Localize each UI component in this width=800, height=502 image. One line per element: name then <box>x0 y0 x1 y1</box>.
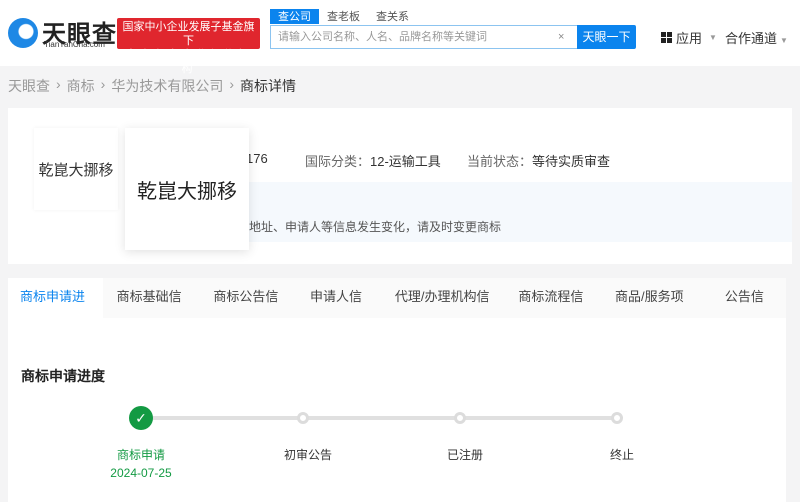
caret-down-icon: ▼ <box>780 36 788 45</box>
trademark-image-enlarged: 乾崑大挪移 <box>125 128 249 250</box>
reg-number: 176 <box>246 151 268 166</box>
apps-label: 应用 <box>676 31 703 46</box>
intl-class: 国际分类：12-运输工具 <box>305 151 441 170</box>
step-dot <box>611 412 623 424</box>
breadcrumb-company[interactable]: 华为技术有限公司 <box>111 76 223 96</box>
tab-progress[interactable]: 商标申请进度 <box>8 278 103 342</box>
tab-basic-info[interactable]: 商标基础信息 <box>105 278 200 342</box>
clear-icon[interactable]: × <box>558 31 564 43</box>
search-tab-company[interactable]: 查公司 <box>270 9 319 24</box>
chevron-right-icon: › <box>100 76 106 92</box>
chevron-right-icon: › <box>229 76 235 92</box>
intl-class-value: 12-运输工具 <box>370 154 441 169</box>
coop-label: 合作通道 <box>725 31 778 46</box>
tab-bulletin[interactable]: 公告信息 <box>713 278 784 342</box>
official-badge: 国家中小企业发展子基金旗下 官方备案企业征信机构 <box>117 18 260 75</box>
search-tab-boss[interactable]: 查老板 <box>319 9 368 24</box>
badge-line2: 官方备案企业征信机构 <box>125 49 252 75</box>
step-dot <box>454 412 466 424</box>
breadcrumb-trademark[interactable]: 商标 <box>67 76 95 96</box>
step-application: 商标申请 2024-07-25 <box>101 446 181 480</box>
status-value: 等待实质审查 <box>532 154 611 169</box>
tab-process[interactable]: 商标流程信息 <box>506 278 601 342</box>
search-tabs: 查公司 查老板 查关系 <box>270 9 417 24</box>
tab-agency[interactable]: 代理/办理机构信息 <box>383 278 504 342</box>
tab-goods-services[interactable]: 商品/服务项目 <box>603 278 701 342</box>
step-label: 商标申请 <box>116 448 165 462</box>
caret-down-icon: ▼ <box>709 33 717 42</box>
apps-menu[interactable]: 应用 ▼ <box>661 28 717 47</box>
trademark-image[interactable]: 乾崑大挪移 <box>34 128 118 210</box>
step-label: 终止 <box>609 448 634 462</box>
status-label: 当前状态： <box>467 154 533 169</box>
breadcrumb: 天眼查 › 商标 › 华为技术有限公司 › 商标详情 <box>8 76 296 96</box>
step-date: 2024-07-25 <box>110 466 172 480</box>
coop-menu[interactable]: 合作通道 ▼ <box>725 28 788 47</box>
breadcrumb-current: 商标详情 <box>240 78 297 94</box>
notice-text: 地址、申请人等信息发生变化，请及时变更商标 <box>249 220 502 234</box>
current-status: 当前状态：等待实质审查 <box>467 151 610 170</box>
breadcrumb-home[interactable]: 天眼查 <box>8 76 50 96</box>
progress-track <box>141 416 617 420</box>
detail-tabs: 商标申请进度 商标基础信息 商标公告信息 申请人信息 代理/办理机构信息 商标流… <box>8 278 786 342</box>
chevron-right-icon: › <box>56 76 61 92</box>
step-label: 已注册 <box>446 448 483 462</box>
search-input[interactable]: 请输入公司名称、人名、品牌名称等关键词 <box>270 25 577 49</box>
step-dot <box>297 412 309 424</box>
section-title: 商标申请进度 <box>21 368 105 384</box>
check-icon: ✓ <box>129 406 153 430</box>
apps-grid-icon <box>661 32 672 43</box>
logo-icon[interactable] <box>8 18 38 48</box>
intl-class-label: 国际分类： <box>305 154 371 169</box>
logo-subtext: TianYanCha.com <box>44 40 105 49</box>
badge-line1: 国家中小企业发展子基金旗下 <box>122 21 255 47</box>
tab-applicant[interactable]: 申请人信息 <box>298 278 381 342</box>
search-button[interactable]: 天眼一下 <box>577 25 636 49</box>
step-label: 初审公告 <box>283 448 332 462</box>
tab-announcement[interactable]: 商标公告信息 <box>201 278 296 342</box>
search-tab-relation[interactable]: 查关系 <box>368 9 417 24</box>
